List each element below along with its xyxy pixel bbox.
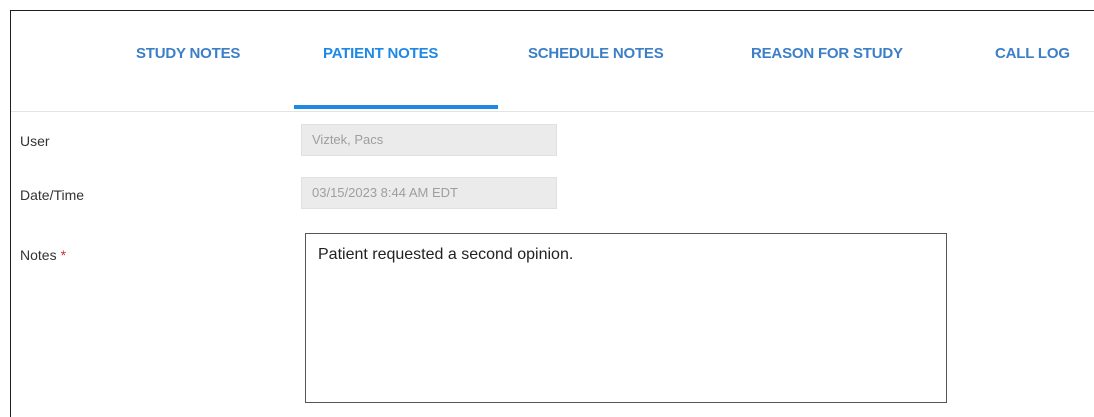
patient-notes-panel: STUDY NOTES PATIENT NOTES SCHEDULE NOTES… <box>10 10 1094 417</box>
user-field: Viztek, Pacs <box>301 124 557 156</box>
tab-call-log[interactable]: CALL LOG <box>995 45 1070 69</box>
notes-textarea[interactable]: Patient requested a second opinion. <box>305 233 947 403</box>
notes-label: Notes * <box>20 247 66 263</box>
active-tab-indicator <box>294 105 498 109</box>
tab-schedule-notes[interactable]: SCHEDULE NOTES <box>528 45 664 69</box>
notes-label-text: Notes <box>20 247 57 263</box>
tab-study-notes[interactable]: STUDY NOTES <box>136 45 240 69</box>
datetime-field: 03/15/2023 8:44 AM EDT <box>301 177 557 209</box>
user-label: User <box>20 133 50 149</box>
datetime-label: Date/Time <box>20 187 85 203</box>
notes-tab-bar: STUDY NOTES PATIENT NOTES SCHEDULE NOTES… <box>11 11 1094 112</box>
required-marker: * <box>60 247 67 263</box>
tab-reason-for-study[interactable]: REASON FOR STUDY <box>751 45 903 69</box>
tab-patient-notes[interactable]: PATIENT NOTES <box>323 45 438 69</box>
